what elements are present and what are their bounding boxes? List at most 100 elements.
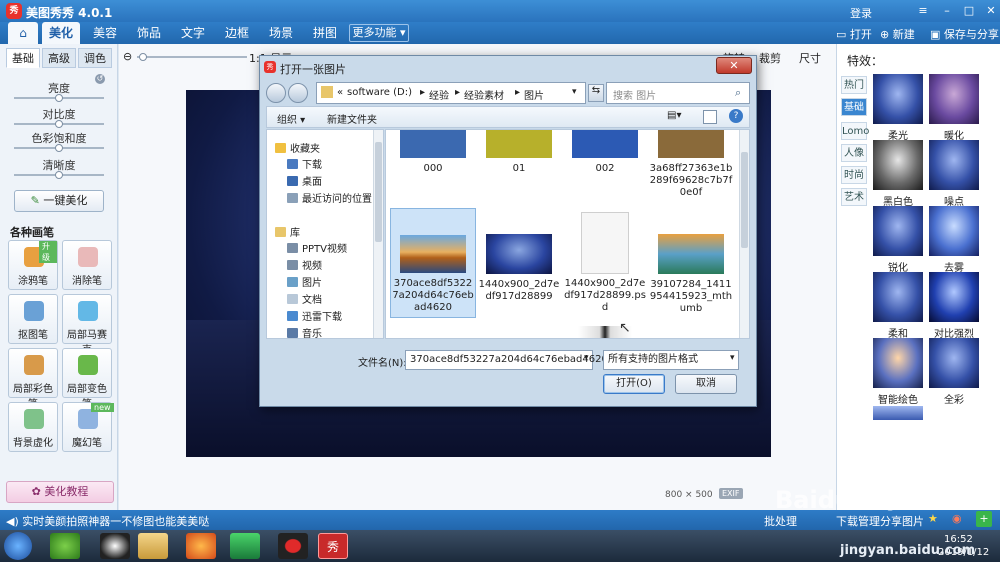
- effect-thumb-soft-light[interactable]: [873, 74, 923, 124]
- open-file-button[interactable]: ▭ 打开: [836, 26, 872, 42]
- home-tab-icon[interactable]: ⌂: [8, 22, 38, 44]
- add-icon[interactable]: +: [976, 511, 992, 527]
- saturation-slider[interactable]: [14, 144, 104, 152]
- file-item[interactable]: 1440x900_2d7edf917d28899: [476, 234, 562, 303]
- back-arrow-icon[interactable]: [266, 83, 286, 103]
- nav-recent[interactable]: 最近访问的位置: [287, 190, 372, 205]
- effect-thumb-soft[interactable]: [873, 272, 923, 322]
- subtab-basic[interactable]: 基础: [6, 48, 40, 68]
- breadcrumb-folder[interactable]: 经验: [429, 87, 449, 102]
- cancel-button[interactable]: 取消: [675, 374, 737, 394]
- exif-button[interactable]: EXIF: [719, 488, 743, 499]
- new-folder-button[interactable]: 新建文件夹: [327, 111, 377, 126]
- nav-desktop[interactable]: 桌面: [287, 173, 322, 188]
- file-item[interactable]: 1440x900_2d7edf917d28899.psd: [562, 212, 648, 314]
- zoom-knob[interactable]: [139, 53, 147, 61]
- mosaic-tool[interactable]: 局部马赛克: [62, 294, 112, 356]
- nav-scrollbar[interactable]: [373, 130, 383, 338]
- tab-collage[interactable]: 拼图: [306, 22, 344, 44]
- nav-pictures[interactable]: 图片: [287, 274, 322, 289]
- nav-pptv[interactable]: PPTV视频: [287, 240, 347, 255]
- breadcrumb-folder[interactable]: 经验素材: [464, 87, 504, 102]
- scroll-thumb[interactable]: [375, 142, 382, 242]
- status-tip[interactable]: ◀) 实时美颜拍照神器一不修图也能美美哒: [6, 513, 209, 529]
- contrast-slider[interactable]: [14, 120, 104, 128]
- file-explorer-icon[interactable]: [138, 533, 168, 559]
- effect-thumb-sharpen[interactable]: [873, 206, 923, 256]
- file-item[interactable]: 3a68ff27363e1b289f69628c7b7f0e0f: [648, 130, 734, 199]
- start-button-icon[interactable]: [4, 532, 32, 560]
- zoom-slider[interactable]: [137, 53, 247, 61]
- help-icon[interactable]: ?: [729, 109, 743, 123]
- forward-arrow-icon[interactable]: [288, 83, 308, 103]
- file-item[interactable]: 000: [390, 130, 476, 175]
- effect-category-portrait[interactable]: 人像: [841, 144, 867, 162]
- sharpness-slider[interactable]: [14, 171, 104, 179]
- resize-button[interactable]: 尺寸: [799, 50, 821, 66]
- close-button[interactable]: ✕: [984, 4, 998, 18]
- effect-thumb-black-white[interactable]: [873, 140, 923, 190]
- effect-category-hot[interactable]: 热门: [841, 76, 867, 94]
- new-file-button[interactable]: ⊕ 新建: [880, 26, 915, 42]
- breadcrumb-drive[interactable]: software (D:): [347, 87, 412, 98]
- effect-thumb-full-color[interactable]: [929, 338, 979, 388]
- tutorial-button[interactable]: ✿ 美化教程: [6, 481, 114, 503]
- effect-thumb-high-contrast[interactable]: [929, 272, 979, 322]
- batch-button[interactable]: 批处理: [764, 513, 797, 529]
- nav-music[interactable]: 音乐: [287, 325, 322, 340]
- effect-thumb-dehaze[interactable]: [929, 206, 979, 256]
- nav-libraries[interactable]: 库: [275, 224, 300, 239]
- slider-knob[interactable]: [55, 171, 63, 179]
- subtab-advanced[interactable]: 高级: [42, 48, 76, 68]
- effect-category-basic[interactable]: 基础: [841, 98, 867, 116]
- effect-category-art[interactable]: 艺术: [841, 188, 867, 206]
- search-input[interactable]: 搜索 图片: [613, 87, 656, 102]
- slider-knob[interactable]: [55, 144, 63, 152]
- qq-icon[interactable]: [100, 533, 130, 559]
- file-item[interactable]: 39107284_1411954415923_mthumb: [648, 234, 734, 315]
- maximize-button[interactable]: □: [962, 4, 976, 18]
- preview-pane-icon[interactable]: [703, 110, 717, 124]
- effect-category-fashion[interactable]: 时尚: [841, 166, 867, 184]
- file-item-selected[interactable]: 370ace8df53227a204d64c76ebad4620: [390, 208, 476, 318]
- dialog-close-button[interactable]: ✕: [716, 57, 752, 74]
- effect-thumb-noise[interactable]: [929, 140, 979, 190]
- menu-icon[interactable]: ≡: [916, 4, 930, 18]
- firefox-icon[interactable]: [186, 533, 216, 559]
- organize-menu[interactable]: 组织 ▾: [277, 111, 305, 126]
- search-icon[interactable]: ⌕: [735, 86, 741, 100]
- cutout-pen-tool[interactable]: 抠图笔: [8, 294, 58, 344]
- tab-text[interactable]: 文字: [174, 22, 212, 44]
- subtab-color[interactable]: 调色: [78, 48, 112, 68]
- nav-favorites[interactable]: 收藏夹: [275, 140, 320, 155]
- tab-beauty[interactable]: 美容: [86, 22, 124, 44]
- search-box[interactable]: 搜索 图片 ⌕: [606, 82, 750, 104]
- recolor-brush-tool[interactable]: 局部变色笔: [62, 348, 112, 410]
- file-item[interactable]: 01: [476, 130, 562, 175]
- doodle-pen-tool[interactable]: 升级 涂鸦笔: [8, 240, 58, 290]
- file-type-select[interactable]: 所有支持的图片格式: [603, 350, 739, 370]
- color-brush-tool[interactable]: 局部彩色笔: [8, 348, 58, 410]
- crop-button[interactable]: 裁剪: [759, 50, 781, 66]
- browser-360-icon[interactable]: [50, 533, 80, 559]
- file-item[interactable]: 002: [562, 130, 648, 175]
- slider-knob[interactable]: [55, 120, 63, 128]
- address-path[interactable]: « software (D:) ▸ 经验 ▸ 经验素材 ▸ 图片 ▾: [316, 82, 586, 104]
- effect-category-lomo[interactable]: Lomo: [841, 122, 869, 140]
- download-manager[interactable]: 下载管理: [836, 513, 880, 529]
- nav-downloads[interactable]: 下载: [287, 156, 322, 171]
- nav-thunder-downloads[interactable]: 迅雷下载: [287, 308, 342, 323]
- scroll-thumb[interactable]: [741, 152, 748, 248]
- tab-more-features[interactable]: 更多功能 ▾: [349, 24, 409, 42]
- refresh-icon[interactable]: ⇆: [588, 84, 604, 102]
- one-click-beautify-button[interactable]: ✎ 一键美化: [14, 190, 104, 212]
- minimize-button[interactable]: –: [940, 4, 954, 18]
- breadcrumb-folder[interactable]: 图片: [524, 87, 544, 102]
- save-share-button[interactable]: ▣ 保存与分享: [930, 26, 999, 42]
- zoom-out-icon[interactable]: ⊖: [123, 50, 132, 63]
- media-player-icon[interactable]: [230, 533, 260, 559]
- effect-thumb-warm[interactable]: [929, 74, 979, 124]
- open-button[interactable]: 打开(O): [603, 374, 665, 394]
- meitu-taskbar-icon[interactable]: 秀: [318, 533, 348, 559]
- chevron-down-icon[interactable]: ▾: [584, 353, 589, 363]
